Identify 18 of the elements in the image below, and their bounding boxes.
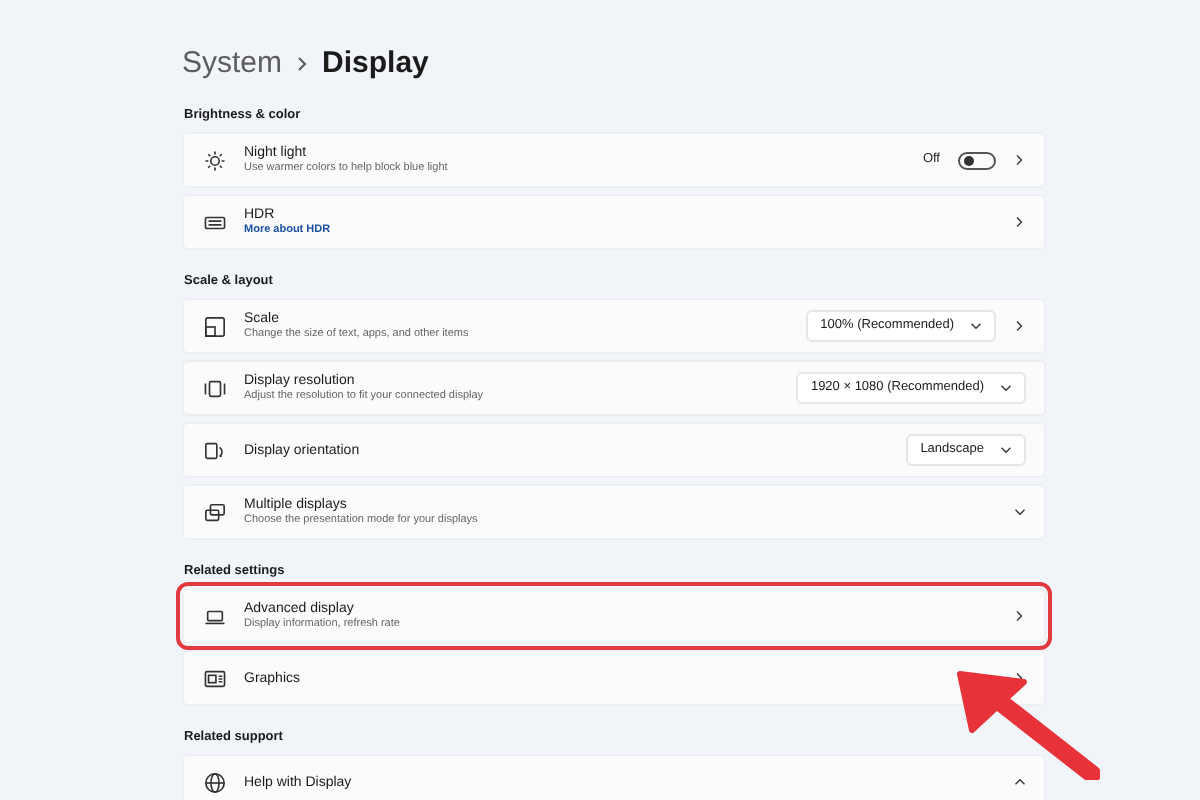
breadcrumb-item: Display — [322, 44, 429, 84]
chevron-down-icon — [1000, 444, 1012, 456]
graphics-card-icon — [204, 667, 226, 689]
hdr-icon — [204, 211, 226, 233]
sun-icon — [204, 149, 226, 171]
resolution-icon — [204, 377, 226, 399]
rotate-icon — [204, 439, 226, 461]
scale-icon — [204, 315, 226, 337]
monitors-icon — [204, 501, 226, 523]
breadcrumb-separator-icon — [296, 56, 309, 72]
globe-icon — [204, 771, 226, 793]
chevron-up-icon[interactable] — [1014, 776, 1026, 788]
toggle-switch[interactable] — [958, 151, 996, 169]
breadcrumb-item[interactable]: System — [182, 44, 283, 84]
laptop-icon — [204, 605, 226, 627]
chevron-down-icon — [970, 320, 982, 332]
chevron-down-icon[interactable] — [1014, 506, 1026, 518]
chevron-down-icon — [1000, 382, 1012, 394]
